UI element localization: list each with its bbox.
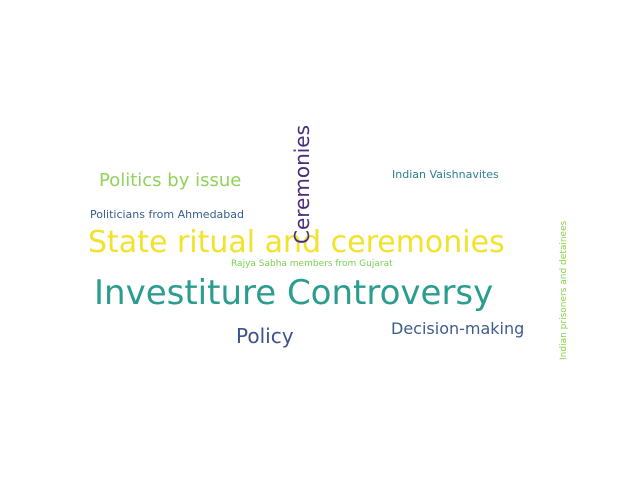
- word-investiture-controversy: Investiture Controversy: [94, 273, 494, 313]
- word-cloud: Investiture Controversy State ritual and…: [0, 0, 640, 480]
- word-politics-by-issue: Politics by issue: [99, 170, 242, 191]
- word-indian-prisoners-and-detainees: Indian prisoners and detainees: [559, 220, 569, 360]
- word-rajya-sabha-members-from-gujarat: Rajya Sabha members from Gujarat: [231, 259, 393, 269]
- word-policy: Policy: [236, 324, 294, 348]
- word-ceremonies: Ceremonies: [290, 124, 314, 244]
- word-indian-vaishnavites: Indian Vaishnavites: [392, 168, 499, 181]
- word-politicians-from-ahmedabad: Politicians from Ahmedabad: [90, 208, 244, 221]
- word-decision-making: Decision-making: [391, 319, 525, 338]
